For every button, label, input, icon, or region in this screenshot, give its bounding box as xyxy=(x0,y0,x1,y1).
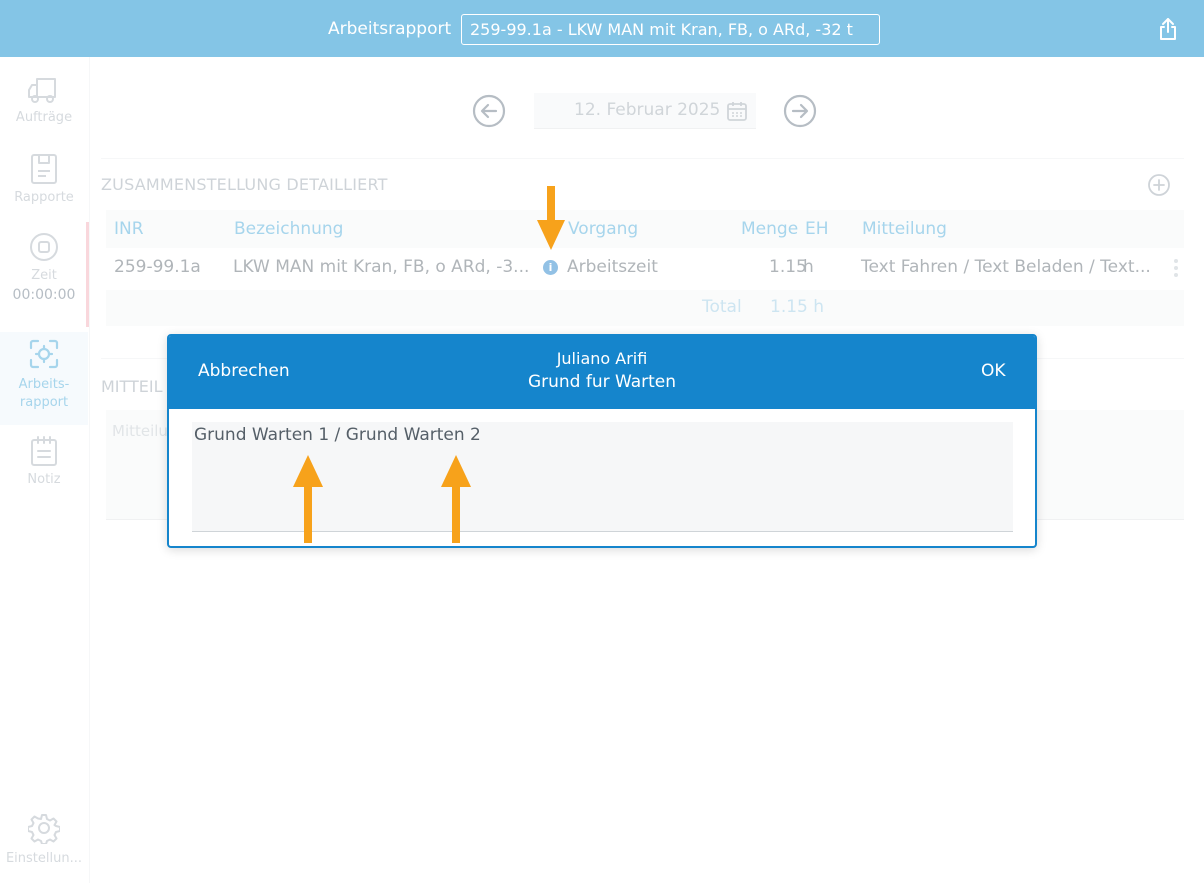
dialog-header: Abbrechen Juliano Arifi Grund fur Warten… xyxy=(169,336,1035,409)
order-selector-field[interactable]: 259-99.1a - LKW MAN mit Kran, FB, o ARd,… xyxy=(461,14,880,45)
annotation-arrow-up-icon xyxy=(293,455,323,543)
annotation-arrow-down-icon xyxy=(537,186,565,250)
dialog-user-name: Juliano Arifi xyxy=(556,349,648,368)
dialog-title: Grund fur Warten xyxy=(527,372,677,392)
share-icon[interactable] xyxy=(1156,17,1180,41)
annotation-arrow-up-icon xyxy=(441,455,471,543)
top-bar: Arbeitsrapport 259-99.1a - LKW MAN mit K… xyxy=(0,0,1204,57)
page-title: Arbeitsrapport xyxy=(328,19,452,39)
ok-button[interactable]: OK xyxy=(981,361,1006,381)
